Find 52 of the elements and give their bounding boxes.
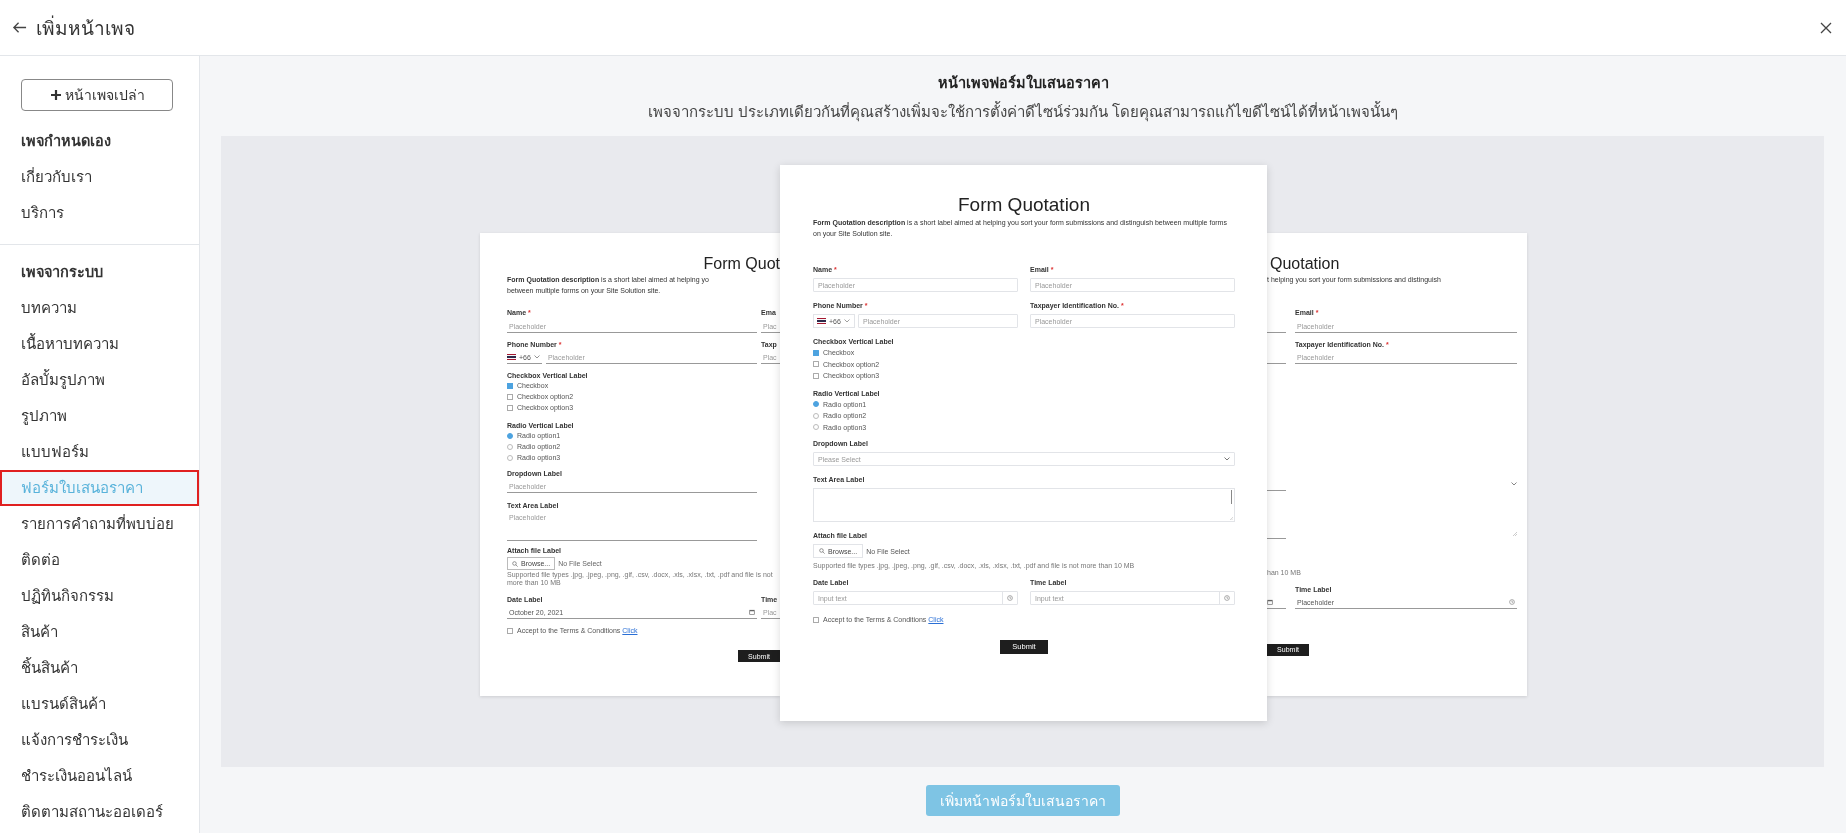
- blank-page-button[interactable]: หน้าเพจเปล่า: [21, 79, 173, 111]
- sidebar-item[interactable]: แจ้งการชำระเงิน: [0, 722, 199, 758]
- sidebar-item[interactable]: เนื้อหาบทความ: [0, 326, 199, 362]
- sidebar-item[interactable]: เกี่ยวกับเรา: [0, 159, 199, 195]
- checkbox[interactable]: [813, 349, 819, 356]
- sidebar-item[interactable]: อัลบั้มรูปภาพ: [0, 362, 199, 398]
- chevron-icon: [533, 355, 540, 359]
- clock-icon: [1007, 595, 1013, 601]
- sidebar-item[interactable]: บริการ: [0, 195, 199, 231]
- sidebar-item[interactable]: บทความ: [0, 290, 199, 326]
- resize-handle-icon[interactable]: [1513, 532, 1517, 536]
- sidebar-item[interactable]: ติดต่อ: [0, 542, 199, 578]
- sidebar-item[interactable]: ติดตามสถานะออเดอร์: [0, 794, 199, 830]
- sidebar-item[interactable]: ปฏิทินกิจกรรม: [0, 578, 199, 614]
- radio-button[interactable]: [507, 432, 513, 439]
- back-arrow-icon[interactable]: [12, 20, 27, 35]
- chevron-icon: [1511, 482, 1517, 486]
- flag-icon: [507, 354, 516, 360]
- preview-title: หน้าเพจฟอร์มใบเสนอราคา: [937, 73, 1109, 93]
- form-title: Quotation: [1269, 254, 1341, 274]
- checkbox[interactable]: [507, 627, 513, 634]
- section-title: เพจจากระบบ: [20, 263, 104, 282]
- sidebar-item[interactable]: แบรนด์สินค้า: [0, 686, 199, 722]
- close-icon[interactable]: [1820, 21, 1832, 34]
- sidebar-item[interactable]: ชำระเงินออนไลน์: [0, 758, 199, 794]
- form-title: Form Quotation: [957, 193, 1091, 217]
- sidebar-item[interactable]: สินค้า: [0, 614, 199, 650]
- sidebar-item[interactable]: รูปภาพ: [0, 398, 199, 434]
- sidebar-item[interactable]: ชิ้นสินค้า: [0, 650, 199, 686]
- plus-icon: [49, 89, 62, 101]
- scrollbar-thumb[interactable]: [1230, 490, 1232, 504]
- calendar-icon: [749, 609, 755, 615]
- form-title: Form Quot: [702, 254, 780, 274]
- page-title: เพิ่มหน้าเพจ: [36, 14, 135, 41]
- checkbox[interactable]: [507, 393, 513, 400]
- checkbox[interactable]: [813, 372, 819, 379]
- sidebar-item[interactable]: รายการคำถามที่พบบ่อย: [0, 506, 199, 542]
- checkbox[interactable]: [507, 382, 513, 389]
- chevron-icon: [843, 319, 850, 323]
- clock-icon: [1224, 595, 1230, 601]
- chevron-icon: [1224, 457, 1230, 461]
- flag-icon: [817, 318, 826, 324]
- clock-icon: [1509, 599, 1515, 605]
- section-title: เพจกำหนดเอง: [20, 132, 112, 151]
- radio-button[interactable]: [813, 401, 819, 408]
- sidebar-item[interactable]: แบบฟอร์ม: [0, 434, 199, 470]
- search-icon: [819, 548, 825, 554]
- checkbox[interactable]: [507, 404, 513, 411]
- preview-description: เพจจากระบบ ประเภทเดียวกันที่คุณสร้างเพิ่มจะใช้การตั้งค่าดีไซน์ร่วมกัน โดยคุณสามารถแก้ไขดีไซน์ได้ที่หน้าเพจนั้นๆ: [647, 101, 1399, 123]
- search-icon: [512, 560, 518, 567]
- checkbox[interactable]: [813, 361, 819, 368]
- checkbox[interactable]: [813, 616, 819, 623]
